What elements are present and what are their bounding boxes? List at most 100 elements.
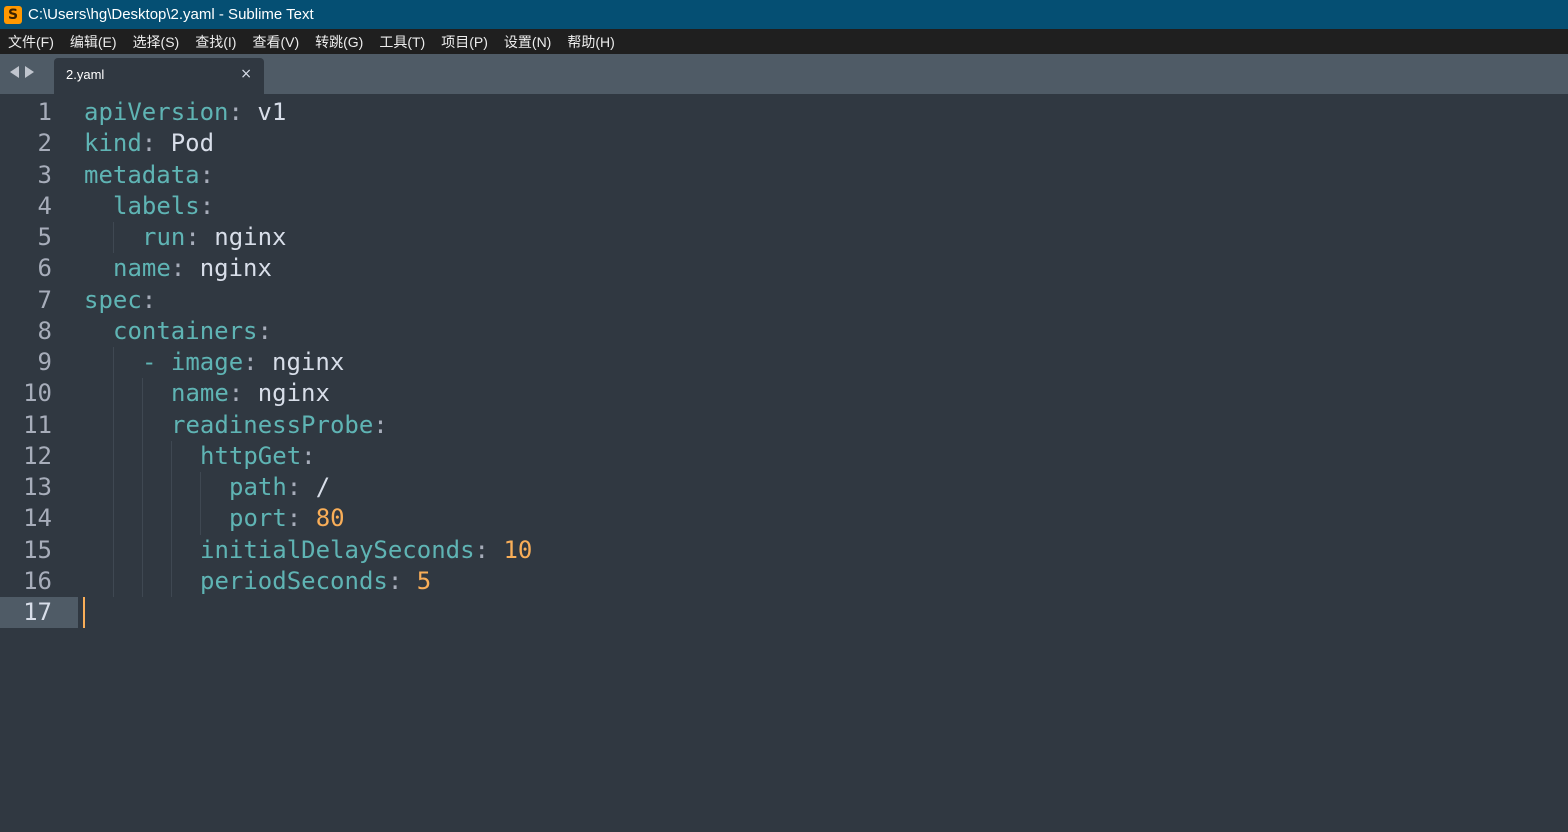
tab-2-yaml[interactable]: 2.yaml × — [54, 58, 264, 94]
menu-file[interactable]: 文件(F) — [8, 32, 54, 52]
indent-guide — [84, 378, 113, 409]
code-line[interactable]: initialDelaySeconds: 10 — [84, 534, 1568, 566]
yaml-colon: : — [257, 316, 272, 345]
line-number: 13 — [23, 473, 52, 501]
yaml-key: name — [113, 254, 171, 283]
indent-guide — [84, 535, 113, 566]
menu-view[interactable]: 查看(V) — [252, 32, 299, 52]
code-line[interactable]: - image: nginx — [84, 347, 1568, 379]
line-number: 17 — [0, 597, 78, 629]
yaml-key: port — [229, 504, 287, 533]
menu-find[interactable]: 查找(I) — [195, 32, 236, 52]
yaml-number: 80 — [301, 504, 345, 533]
line-number: 9 — [37, 348, 52, 376]
indent-guide — [113, 347, 142, 379]
menu-bar: 文件(F) 编辑(E) 选择(S) 查找(I) 查看(V) 转跳(G) 工具(T… — [0, 29, 1568, 54]
indent-guide — [84, 566, 113, 597]
menu-preferences[interactable]: 设置(N) — [504, 32, 551, 52]
code-line[interactable]: run: nginx — [84, 222, 1568, 254]
yaml-colon: : — [387, 566, 403, 595]
tab-bar: 2.yaml × — [0, 54, 1568, 94]
yaml-value: nginx — [257, 348, 345, 376]
indent-guide — [171, 534, 200, 566]
yaml-colon: : — [373, 410, 388, 439]
code-line[interactable]: httpGet: — [84, 440, 1568, 472]
line-number: 16 — [23, 566, 52, 595]
indent-guide — [84, 347, 113, 378]
sublime-logo-icon: S — [4, 5, 22, 24]
indent-guide — [142, 534, 171, 566]
line-number: 6 — [37, 254, 52, 283]
code-line[interactable]: metadata: — [84, 160, 1568, 191]
yaml-value: nginx — [185, 254, 272, 283]
line-number: 14 — [23, 504, 52, 533]
indent-guide — [171, 565, 200, 597]
chevron-right-icon[interactable] — [25, 66, 34, 78]
code-area[interactable]: apiVersion: v1 kind: Pod metadata: labels: r… — [83, 97, 1568, 629]
yaml-colon: : — [170, 254, 186, 283]
yaml-value: nginx — [199, 223, 287, 251]
yaml-colon: : — [199, 160, 215, 189]
line-number: 2 — [37, 129, 52, 158]
yaml-key: run — [142, 223, 186, 251]
indent-guide — [113, 472, 142, 504]
indent-guide — [142, 440, 171, 472]
code-line[interactable]: spec: — [84, 285, 1568, 316]
code-editor[interactable]: 1 2 3 4 5 6 7 8 9 10 11 12 13 14 15 16 17 apiVersion: v1… — [0, 94, 1568, 832]
code-line[interactable]: periodSeconds: 5 — [84, 565, 1568, 597]
yaml-colon: : — [228, 379, 244, 408]
indent-guide — [113, 440, 142, 472]
menu-selection[interactable]: 选择(S) — [133, 32, 180, 52]
indent-guide — [171, 472, 200, 504]
indent-guide — [142, 503, 171, 535]
indent-guide — [84, 441, 113, 472]
yaml-number: 5 — [402, 566, 432, 595]
code-line[interactable]: labels: — [84, 191, 1568, 222]
code-line[interactable]: apiVersion: v1 — [84, 97, 1568, 128]
indent-guide — [84, 191, 113, 222]
title-bar: S C:\Users\hg\Desktop\2.yaml - Sublime T… — [0, 0, 1568, 29]
indent-guide — [171, 503, 200, 535]
line-number: 12 — [23, 441, 52, 470]
indent-guide — [171, 440, 200, 472]
indent-guide — [200, 472, 229, 504]
code-line[interactable]: containers: — [84, 316, 1568, 347]
indent-guide — [113, 222, 142, 254]
yaml-colon: : — [243, 348, 258, 376]
menu-tools[interactable]: 工具(T) — [379, 32, 425, 52]
indent-guide — [142, 378, 171, 410]
code-line[interactable]: name: nginx — [84, 253, 1568, 284]
indent-guide — [84, 503, 113, 534]
line-number: 15 — [23, 535, 52, 564]
indent-guide — [142, 565, 171, 597]
indent-guide — [113, 565, 142, 597]
yaml-value: / — [301, 473, 331, 501]
yaml-key: image — [170, 348, 244, 376]
chevron-left-icon[interactable] — [10, 66, 19, 78]
indent-guide — [84, 222, 113, 253]
yaml-colon: : — [185, 223, 200, 251]
code-line[interactable] — [83, 597, 1568, 629]
indent-guide — [84, 253, 113, 284]
indent-guide — [84, 472, 113, 503]
menu-edit[interactable]: 编辑(E) — [70, 32, 117, 52]
code-line[interactable]: port: 80 — [84, 503, 1568, 535]
yaml-key: initialDelaySeconds — [200, 535, 475, 564]
menu-project[interactable]: 项目(P) — [441, 32, 488, 52]
menu-help[interactable]: 帮助(H) — [567, 32, 614, 52]
code-line[interactable]: name: nginx — [84, 378, 1568, 410]
yaml-key: httpGet — [200, 441, 302, 470]
yaml-key: periodSeconds — [200, 566, 388, 595]
yaml-colon: : — [286, 504, 302, 533]
line-number: 1 — [37, 98, 52, 126]
code-line[interactable]: readinessProbe: — [84, 409, 1568, 441]
line-number: 5 — [37, 223, 52, 251]
code-line[interactable]: kind: Pod — [84, 128, 1568, 159]
code-line[interactable]: path: / — [84, 472, 1568, 504]
yaml-key: readinessProbe — [171, 410, 374, 439]
line-number: 7 — [37, 285, 52, 314]
close-icon[interactable]: × — [240, 66, 252, 82]
yaml-value: Pod — [156, 129, 215, 158]
menu-goto[interactable]: 转跳(G) — [315, 32, 363, 52]
yaml-key: name — [171, 379, 229, 408]
